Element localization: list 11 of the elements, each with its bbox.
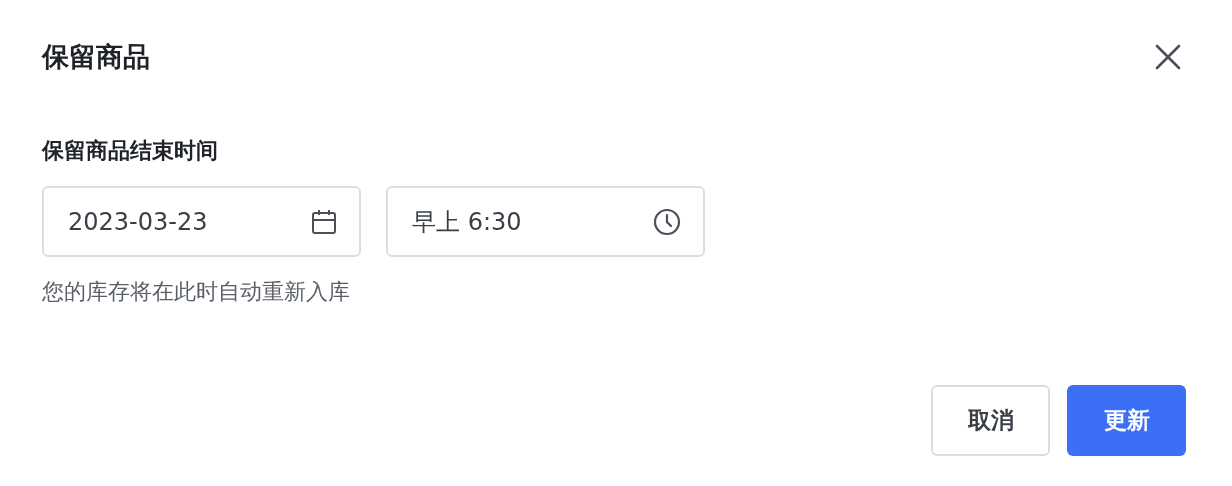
- time-value: 早上 6:30: [412, 206, 522, 238]
- dialog-title: 保留商品: [42, 40, 150, 74]
- helper-text: 您的库存将在此时自动重新入库: [42, 278, 351, 306]
- date-field[interactable]: 2023-03-23: [42, 186, 361, 257]
- field-label: 保留商品结束时间: [42, 137, 219, 165]
- clock-icon: [653, 207, 681, 236]
- calendar-icon: [311, 208, 337, 235]
- cancel-button[interactable]: 取消: [931, 385, 1050, 456]
- update-button[interactable]: 更新: [1067, 385, 1186, 456]
- time-field[interactable]: 早上 6:30: [386, 186, 705, 257]
- date-value: 2023-03-23: [68, 207, 208, 236]
